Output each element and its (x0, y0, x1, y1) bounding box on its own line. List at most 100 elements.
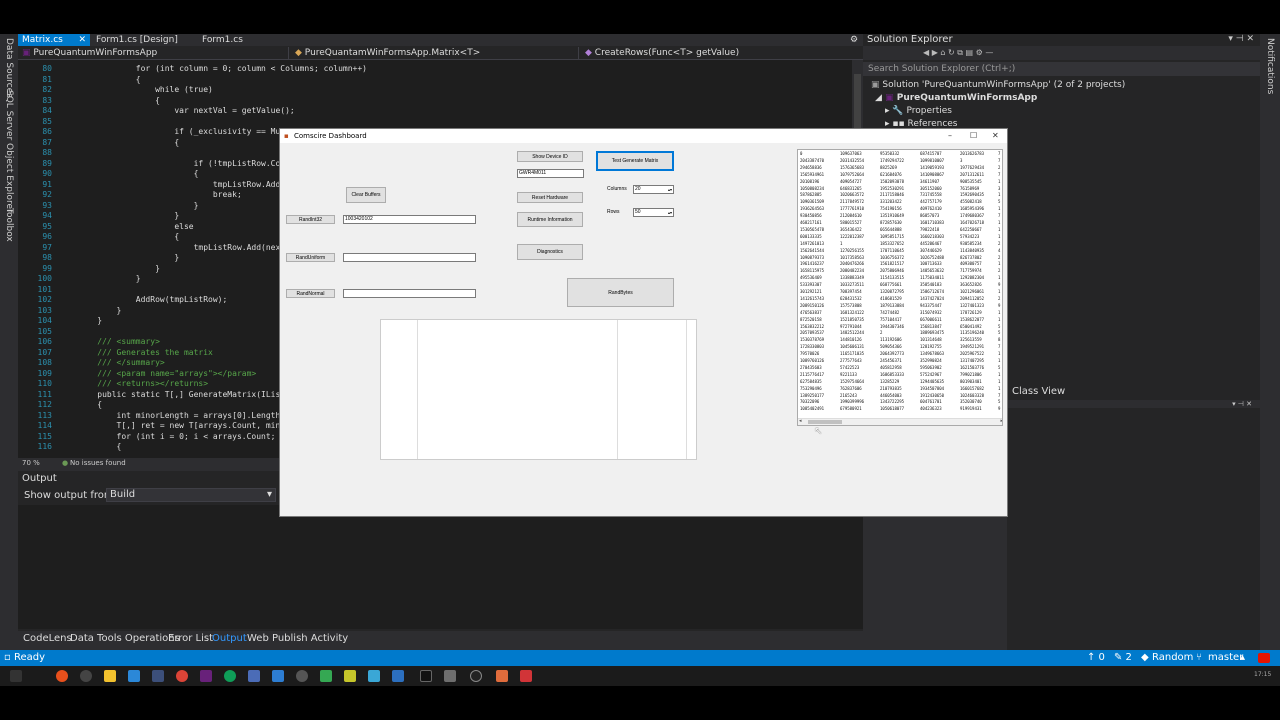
matrix-cell[interactable]: 70322096 (800, 399, 819, 404)
matrix-cell[interactable]: 1586712674 (920, 289, 944, 294)
close-icon[interactable]: ✕ (78, 34, 86, 46)
matrix-cell[interactable]: 495536469 (800, 275, 822, 280)
minimize-icon[interactable]: – (948, 129, 952, 143)
matrix-cell[interactable]: 600133335 (800, 234, 822, 239)
matrix-cell[interactable]: 358540183 (920, 282, 942, 287)
matrix-cell[interactable]: 20108196 (800, 179, 819, 184)
matrix-cell[interactable]: 442757179 (920, 199, 942, 204)
matrix-cell[interactable]: 100713633 (920, 261, 942, 266)
matrix-cell[interactable]: 1026752488 (920, 255, 944, 260)
tree-properties[interactable]: ▸ 🔧 Properties (885, 106, 952, 116)
messaging-icon[interactable] (272, 670, 284, 682)
matrix-cell[interactable]: 74274482 (880, 310, 899, 315)
matrix-cell[interactable]: 1 (998, 234, 1000, 239)
matrix-cell[interactable]: 1 (998, 386, 1000, 391)
sql-server-object-explorer-tab[interactable]: SQL Server Object Explorer (4, 90, 14, 213)
matrix-cell[interactable]: 2 (998, 241, 1000, 246)
test-generate-matrix-button[interactable]: Test Generate Matrix (596, 151, 674, 171)
matrix-cell[interactable]: 1685954396 (960, 206, 984, 211)
matrix-cell[interactable]: 1 (998, 179, 1000, 184)
matrix-cell[interactable]: 1853327652 (880, 241, 904, 246)
matrix-cell[interactable]: 1 (998, 220, 1000, 225)
matrix-cell[interactable]: 2094112052 (960, 296, 984, 301)
randint32-output[interactable]: 1003420102 (343, 215, 476, 224)
matrix-cell[interactable]: 325613559 (960, 337, 982, 342)
file-explorer-icon[interactable] (104, 670, 116, 682)
record-icon[interactable] (520, 670, 532, 682)
unpushed-commits[interactable]: ↑ 0 (1087, 650, 1105, 666)
clock[interactable]: 17:15 (1254, 671, 1271, 678)
close-icon[interactable]: ✕ (992, 129, 999, 143)
matrix-cell[interactable]: 1660157682 (960, 386, 984, 391)
solution-explorer-toolbar[interactable]: ◀ ▶ ⌂ ↻ ⧉ ▤ ⚙ — (863, 46, 1260, 60)
matrix-cell[interactable]: 446054003 (880, 393, 902, 398)
matrix-cell[interactable]: 1777761910 (840, 206, 864, 211)
matrix-cell[interactable]: 757104417 (880, 317, 902, 322)
matrix-cell[interactable]: 1530378769 (800, 337, 824, 342)
matrix-cell[interactable]: 9 (998, 282, 1000, 287)
matrix-cell[interactable]: 2 (998, 296, 1000, 301)
tab-web-publish-activity[interactable]: Web Publish Activity (247, 633, 348, 644)
matrix-cell[interactable]: 604761701 (920, 399, 942, 404)
matrix-cell[interactable]: 331203422 (880, 199, 902, 204)
matrix-cell[interactable]: 212084610 (840, 213, 862, 218)
settings-icon[interactable] (296, 670, 308, 682)
diagnostics-button[interactable]: Diagnostics (517, 244, 583, 260)
matrix-cell[interactable]: 1521850735 (840, 317, 864, 322)
matrix-cell[interactable]: 1 (998, 206, 1000, 211)
matrix-cell[interactable]: 1079752664 (840, 172, 864, 177)
matrix-cell[interactable]: 1 (998, 372, 1000, 377)
matrix-cell[interactable]: 5 (998, 399, 1000, 404)
matrix-cell[interactable]: 731745558 (920, 192, 942, 197)
matrix-cell[interactable]: 1412615743 (800, 296, 824, 301)
spin-arrows-icon[interactable]: ▴▾ (668, 209, 672, 216)
matrix-cell[interactable]: 7 (998, 158, 1000, 163)
matrix-cell[interactable]: 801903401 (960, 379, 982, 384)
matrix-cell[interactable]: 1338883349 (840, 275, 864, 280)
matrix-cell[interactable]: 1165171035 (840, 351, 864, 356)
notifications-tab[interactable]: Notifications (1265, 38, 1275, 94)
camtasia-icon[interactable] (320, 670, 332, 682)
matrix-cell[interactable]: 1530565478 (800, 227, 824, 232)
matrix-cell[interactable]: 144810126 (840, 337, 862, 342)
reset-hardware-button[interactable]: Reset Hardware (517, 192, 583, 203)
matrix-cell[interactable]: 1090361509 (800, 199, 824, 204)
matrix-cell[interactable]: 405812958 (880, 365, 902, 370)
matrix-cell[interactable]: 57422523 (840, 365, 859, 370)
matrix-cell[interactable]: 1437427024 (920, 296, 944, 301)
matrix-cell[interactable]: 305152060 (920, 186, 942, 191)
matrix-cell[interactable]: 2064392773 (880, 351, 904, 356)
matrix-cell[interactable]: 1143840935 (960, 248, 984, 253)
clear-buffers-button[interactable]: Clear Buffers (346, 187, 386, 203)
matrix-cell[interactable]: 1 (998, 192, 1000, 197)
cmd-icon[interactable] (420, 670, 432, 682)
matrix-cell[interactable]: 1961416237 (800, 261, 824, 266)
matrix-cell[interactable]: 1045606131 (840, 344, 864, 349)
matrix-cell[interactable]: 972791044 (840, 324, 862, 329)
app-icon-orange[interactable] (56, 670, 68, 682)
matrix-cell[interactable]: 930450856 (800, 213, 822, 218)
matrix-cell[interactable]: 2 (998, 165, 1000, 170)
randint32-button[interactable]: RandInt32 (286, 215, 335, 224)
matrix-cell[interactable]: 4 (998, 248, 1000, 253)
matrix-cell[interactable]: 7 (998, 172, 1000, 177)
matrix-cell[interactable]: 575242967 (920, 372, 942, 377)
matrix-cell[interactable]: 0 (800, 151, 802, 156)
matrix-cell[interactable]: 679580921 (840, 406, 862, 411)
matrix-cell[interactable]: 1 (998, 310, 1000, 315)
matrix-cell[interactable]: 2025967522 (960, 351, 984, 356)
matrix-cell[interactable]: 445206467 (920, 241, 942, 246)
matrix-cell[interactable]: 509054366 (880, 344, 902, 349)
chrome-icon[interactable] (176, 670, 188, 682)
matrix-cell[interactable]: 1085402491 (800, 406, 824, 411)
matrix-cell[interactable]: 9221133 (840, 372, 857, 377)
matrix-cell[interactable]: 1050618077 (880, 406, 904, 411)
tab-error-list[interactable]: Error List (168, 633, 213, 644)
matrix-cell[interactable]: 1658115975 (800, 268, 824, 273)
matrix-cell[interactable]: 7 (998, 213, 1000, 218)
matrix-cell[interactable]: 1175034011 (920, 275, 944, 280)
matrix-cell[interactable]: 2040476266 (840, 261, 864, 266)
tab-codelens[interactable]: CodeLens (23, 633, 72, 644)
matrix-cell[interactable]: 1 (998, 275, 1000, 280)
matrix-cell[interactable]: 2080482234 (840, 268, 864, 273)
